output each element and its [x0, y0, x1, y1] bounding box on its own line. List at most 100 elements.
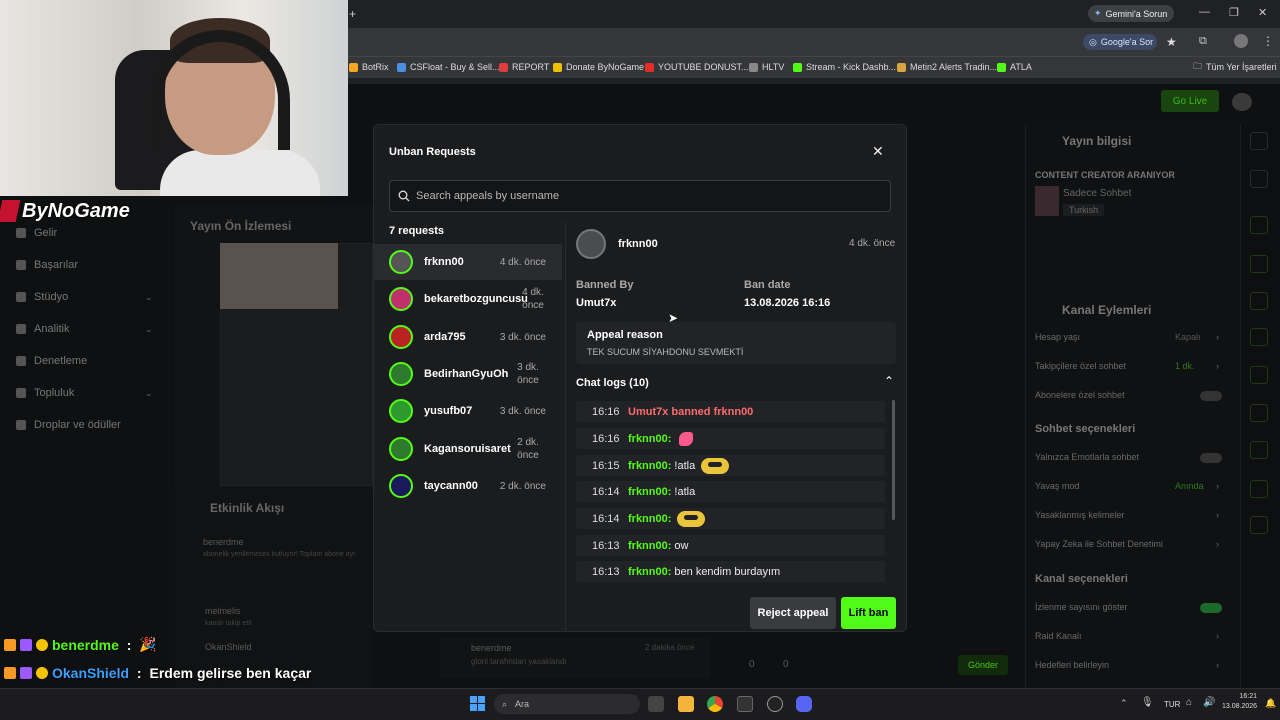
log-user: frknn00: [628, 432, 672, 445]
bookmark-icon [397, 62, 406, 72]
minimize-icon[interactable]: — [1199, 6, 1210, 18]
request-item[interactable]: taycann00 2 dk. önce [374, 468, 562, 504]
menu-icon[interactable]: ⋮ [1262, 34, 1274, 48]
rail-tool-icon[interactable] [1250, 216, 1268, 234]
request-item[interactable]: Kagansoruisaret 2 dk. önce [374, 431, 562, 467]
volume-icon[interactable]: 🔊 [1203, 697, 1215, 708]
gemini-button[interactable]: ✦ Gemini'a Sorun [1088, 5, 1174, 22]
bookmark-7[interactable]: Metin2 Alerts Tradin... [897, 60, 997, 74]
clock[interactable]: 16:21 13.08.2026 [1222, 692, 1257, 712]
lift-ban-button[interactable]: Lift ban [841, 597, 896, 629]
chevron-right-icon[interactable]: › [1216, 539, 1219, 549]
rail-tool-icon[interactable] [1250, 441, 1268, 459]
request-item[interactable]: BedirhanGyuOh 3 dk. önce [374, 356, 562, 392]
tray-chevron-icon[interactable]: ⌃ [1120, 698, 1128, 709]
rail-tool-icon[interactable] [1250, 292, 1268, 310]
sidebar-item-6[interactable]: Droplar ve ödüller [16, 419, 121, 431]
send-button[interactable]: Gönder [958, 655, 1008, 675]
star-icon[interactable]: ★ [1166, 35, 1177, 49]
bookmark-3[interactable]: Donate ByNoGame [553, 60, 644, 74]
log-user: frknn00: [628, 512, 672, 525]
sidebar-item-icon [16, 324, 26, 334]
bookmark-icon [349, 62, 358, 72]
microphone-icon[interactable]: 🎙 [1141, 697, 1154, 708]
rail-tool-icon[interactable] [1250, 255, 1268, 273]
maximize-icon[interactable]: ❐ [1229, 6, 1239, 19]
taskbar-search[interactable]: ⌕ Ara [494, 694, 640, 714]
bookmark-1[interactable]: CSFloat - Buy & Sell... [397, 60, 500, 74]
close-icon[interactable]: ✕ [872, 143, 884, 160]
request-time: 4 dk. önce [522, 287, 544, 311]
language-indicator[interactable]: TUR [1164, 700, 1180, 709]
reject-appeal-button[interactable]: Reject appeal [750, 597, 836, 629]
notification-icon[interactable]: 🔔 [1265, 698, 1276, 709]
rail-tool-icon[interactable] [1250, 480, 1268, 498]
google-lens-icon: ◎ [1089, 36, 1097, 47]
bookmark-6[interactable]: Stream - Kick Dashb... [793, 60, 896, 74]
chevron-right-icon[interactable]: › [1216, 631, 1219, 641]
request-item[interactable]: frknn00 4 dk. önce [374, 244, 562, 280]
chevron-right-icon[interactable]: › [1216, 660, 1219, 670]
sidebar-item-5[interactable]: Topluluk [16, 387, 74, 399]
sidebar-item-3[interactable]: Analitik [16, 323, 69, 335]
bookmark-5[interactable]: HLTV [749, 60, 784, 74]
discord-icon[interactable] [796, 696, 812, 712]
extensions-icon[interactable]: ⧉ [1199, 35, 1207, 48]
rail-tool-icon[interactable] [1250, 328, 1268, 346]
chevron-down-icon[interactable]: ⌄ [145, 324, 153, 335]
chat-logs-scrollbar[interactable] [892, 400, 895, 520]
go-live-button[interactable]: Go Live [1161, 90, 1219, 112]
chrome-icon[interactable] [707, 696, 723, 712]
new-tab-button[interactable]: + [349, 7, 356, 21]
sub-badge-icon [20, 638, 32, 651]
request-item[interactable]: yusufb07 3 dk. önce [374, 393, 562, 429]
sidebar-item-2[interactable]: Stüdyo [16, 291, 68, 303]
bookmark-8[interactable]: ATLA [997, 60, 1032, 74]
google-sor-button[interactable]: ◎ Google'a Sor [1083, 34, 1157, 50]
all-bookmarks-label: Tüm Yer İşaretleri [1206, 62, 1277, 72]
taskview-icon[interactable] [648, 696, 664, 712]
start-icon[interactable] [470, 696, 485, 711]
chat-logs-header[interactable]: Chat logs (10) [576, 377, 649, 389]
all-bookmarks[interactable]: 🗀 Tüm Yer İşaretleri [1193, 60, 1277, 74]
bookmark-0[interactable]: BotRix [349, 60, 389, 74]
chevron-down-icon[interactable]: ⌄ [145, 292, 153, 303]
chevron-right-icon[interactable]: › [1216, 510, 1219, 520]
obs-icon[interactable] [767, 696, 783, 712]
toggle-switch[interactable] [1200, 603, 1222, 613]
request-count: 7 requests [389, 225, 445, 237]
bookmark-2[interactable]: REPORT [499, 60, 549, 74]
search-input[interactable] [416, 190, 890, 202]
close-window-icon[interactable]: ✕ [1258, 6, 1267, 19]
profile-avatar[interactable] [1234, 34, 1248, 48]
banned-by-value: Umut7x [576, 297, 617, 309]
request-item[interactable]: bekaretbozguncusu 4 dk. önce [374, 281, 562, 317]
chevron-right-icon[interactable]: › [1216, 332, 1219, 342]
sidebar-item-1[interactable]: Başarılar [16, 259, 78, 271]
chevron-right-icon[interactable]: › [1216, 361, 1219, 371]
sidebar-item-0[interactable]: Gelir [16, 227, 57, 239]
toggle-switch[interactable] [1200, 391, 1222, 401]
setting-label: Yavaş mod [1035, 481, 1080, 491]
clock-time: 16:21 [1239, 693, 1258, 700]
rail-tool-icon[interactable] [1250, 516, 1268, 534]
rail-tool-icon[interactable] [1250, 366, 1268, 384]
log-time: 16:14 [592, 485, 620, 498]
network-icon[interactable]: ⌂ [1186, 697, 1192, 708]
toggle-switch[interactable] [1200, 453, 1222, 463]
request-item[interactable]: arda795 3 dk. önce [374, 319, 562, 355]
rail-tool-icon[interactable] [1250, 404, 1268, 422]
search-field[interactable] [389, 180, 891, 212]
user-avatar[interactable] [1232, 93, 1252, 111]
rail-tool-icon[interactable] [1250, 132, 1268, 150]
bookmark-4[interactable]: YOUTUBE DONUST... [645, 60, 749, 74]
chevron-down-icon[interactable]: ⌄ [145, 388, 153, 399]
setting-label: Yalnızca Emotlarla sohbet [1035, 452, 1139, 462]
chevron-up-icon[interactable]: ⌃ [884, 374, 894, 388]
emote-icon [677, 510, 706, 527]
chevron-right-icon[interactable]: › [1216, 481, 1219, 491]
rail-tool-icon[interactable] [1250, 170, 1268, 188]
file-explorer-icon[interactable] [678, 696, 694, 712]
sidebar-item-4[interactable]: Denetleme [16, 355, 87, 367]
app-icon[interactable] [737, 696, 753, 712]
